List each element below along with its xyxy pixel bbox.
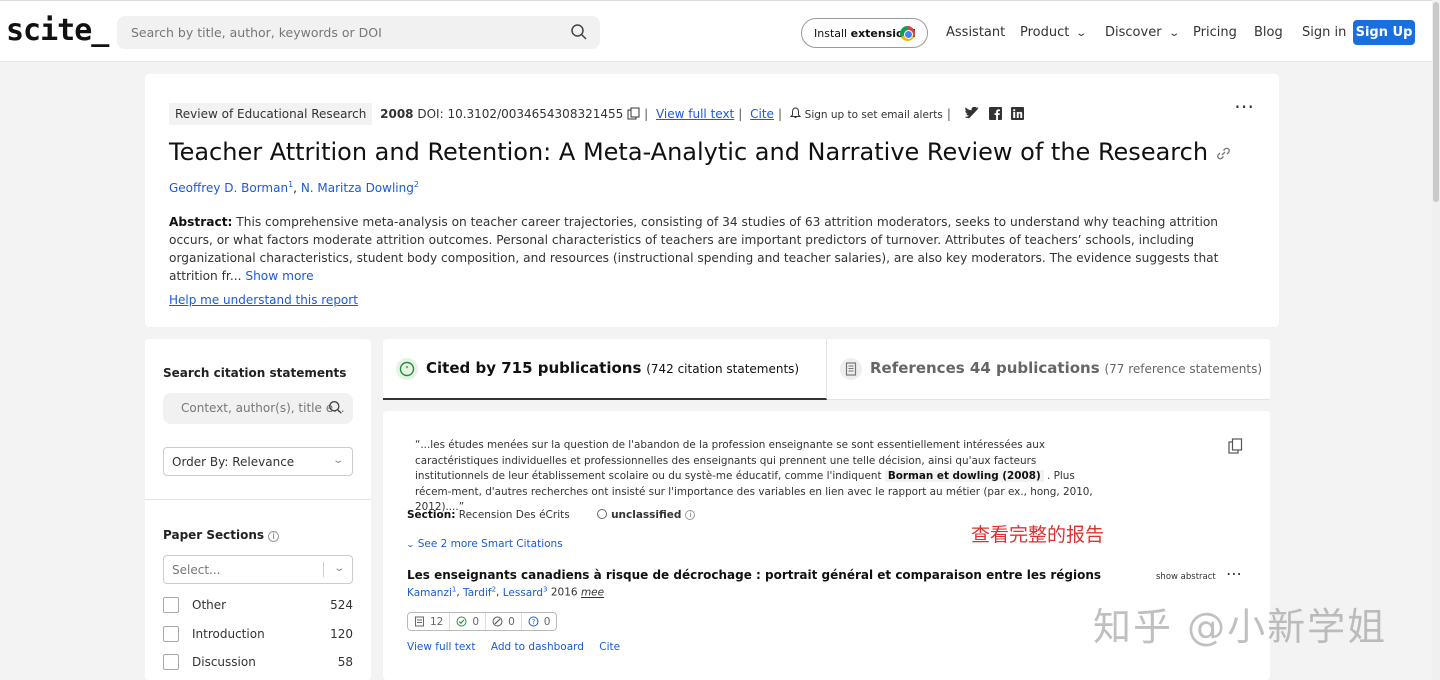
search-icon[interactable] bbox=[328, 400, 343, 418]
annotation-note: 查看完整的报告 bbox=[971, 524, 1105, 546]
author-link[interactable]: Tardif2 bbox=[463, 585, 496, 599]
section-filter-other[interactable]: Other 524 bbox=[163, 596, 353, 616]
order-by-select[interactable]: Order By: Relevance ⌄ bbox=[163, 447, 353, 476]
bell-icon[interactable] bbox=[789, 107, 802, 121]
section-filter-introduction[interactable]: Introduction 120 bbox=[163, 625, 353, 645]
show-more-link[interactable]: Show more bbox=[245, 269, 313, 283]
citation-section-line: Section: Recension Des éCrits unclassifi… bbox=[407, 509, 696, 521]
citation-statement: “...les études menées sur la question de… bbox=[415, 439, 1093, 514]
email-alerts-link[interactable]: Sign up to set email alerts bbox=[805, 109, 943, 121]
paper-year: 2008 bbox=[380, 107, 414, 121]
checkbox[interactable] bbox=[163, 597, 179, 613]
help-understand-link[interactable]: Help me understand this report bbox=[169, 293, 358, 307]
quote-icon: " bbox=[396, 358, 418, 380]
citing-paper-authors: Kamanzi1, Tardif2, Lessard3 2016 mee bbox=[407, 585, 605, 599]
nav-assistant[interactable]: Assistant bbox=[946, 25, 1005, 40]
author-link[interactable]: Geoffrey D. Borman1 bbox=[169, 180, 293, 195]
view-full-text-link[interactable]: View full text bbox=[656, 107, 734, 121]
global-search-input[interactable]: Search by title, author, keywords or DOI bbox=[117, 16, 600, 49]
show-abstract-link[interactable]: show abstract bbox=[1156, 572, 1216, 582]
cite-link[interactable]: Cite bbox=[750, 107, 774, 121]
copy-doi-icon[interactable] bbox=[627, 107, 640, 121]
chevron-down-icon: ⌄ bbox=[332, 563, 345, 574]
citation-tally: 12 0 0 ? 0 bbox=[407, 612, 558, 631]
citation-search-input[interactable]: Context, author(s), title e... bbox=[163, 393, 353, 424]
section-filter-discussion[interactable]: Discussion 58 bbox=[163, 653, 353, 673]
tally-contrasting[interactable]: ? 0 bbox=[522, 613, 557, 630]
scrollbar-thumb[interactable] bbox=[1433, 2, 1439, 202]
linkedin-icon[interactable] bbox=[1011, 106, 1025, 123]
page-scrollbar[interactable] bbox=[1432, 0, 1440, 680]
scite-logo[interactable]: scite_ bbox=[6, 13, 109, 48]
tally-total[interactable]: 12 bbox=[408, 613, 451, 630]
sections-select[interactable]: Select... ⌄ bbox=[163, 555, 353, 584]
document-icon bbox=[840, 358, 862, 380]
citation-tabs: " Cited by 715 publications (742 citatio… bbox=[383, 339, 1270, 400]
chevron-down-icon: ⌄ bbox=[405, 540, 416, 549]
svg-text:": " bbox=[405, 365, 409, 374]
search-statements-title: Search citation statements bbox=[163, 366, 347, 380]
search-placeholder: Search by title, author, keywords or DOI bbox=[131, 25, 382, 40]
top-nav-bar: scite_ Search by title, author, keywords… bbox=[0, 0, 1440, 62]
paper-authors: Geoffrey D. Borman1, N. Maritza Dowling2 bbox=[169, 180, 419, 195]
chevron-down-icon: ⌄ bbox=[1167, 28, 1180, 39]
install-extension-button[interactable]: Install extension! bbox=[801, 18, 928, 48]
nav-discover[interactable]: Discover ⌄ bbox=[1105, 25, 1180, 40]
abstract-text: This comprehensive meta-analysis on teac… bbox=[169, 215, 1219, 283]
watermark: 知乎 @小新学姐 bbox=[1093, 605, 1388, 649]
more-options-icon[interactable]: ⋯ bbox=[1226, 564, 1243, 583]
abstract-label: Abstract: bbox=[169, 215, 233, 229]
svg-text:?: ? bbox=[531, 618, 535, 626]
classification-radio[interactable] bbox=[597, 509, 608, 519]
paper-title: Teacher Attrition and Retention: A Meta-… bbox=[169, 138, 1231, 166]
info-icon[interactable]: i bbox=[268, 531, 280, 542]
author-link[interactable]: Lessard3 bbox=[503, 585, 548, 599]
nav-product[interactable]: Product ⌄ bbox=[1020, 25, 1088, 40]
divider bbox=[145, 499, 371, 500]
cite-link[interactable]: Cite bbox=[599, 641, 620, 653]
citation-filter-sidebar: Search citation statements Context, auth… bbox=[145, 339, 371, 680]
chevron-down-icon: ⌄ bbox=[1075, 28, 1088, 39]
extension-prefix: Install bbox=[814, 27, 851, 40]
nav-sign-in[interactable]: Sign in bbox=[1302, 25, 1346, 40]
chrome-icon bbox=[900, 26, 915, 41]
citing-paper-title[interactable]: Les enseignants canadiens à risque de dé… bbox=[407, 568, 1101, 582]
tally-mentioning[interactable]: 0 bbox=[486, 613, 522, 630]
paper-card: Review of Educational Research 2008 DOI:… bbox=[145, 74, 1279, 327]
venue-link[interactable]: mee bbox=[581, 587, 604, 599]
sign-up-button[interactable]: Sign Up bbox=[1353, 20, 1415, 45]
paper-meta: Review of Educational Research 2008 DOI:… bbox=[169, 103, 1025, 125]
nav-pricing[interactable]: Pricing bbox=[1193, 25, 1237, 40]
copy-icon[interactable] bbox=[1228, 438, 1243, 458]
add-to-dashboard-link[interactable]: Add to dashboard bbox=[491, 641, 584, 653]
info-icon[interactable]: i bbox=[685, 510, 696, 520]
paper-abstract: Abstract: This comprehensive meta-analys… bbox=[169, 213, 1229, 285]
result-actions: View full text Add to dashboard Cite bbox=[407, 641, 632, 653]
view-full-text-link[interactable]: View full text bbox=[407, 641, 476, 653]
paper-sections-title: Paper Sections i bbox=[163, 528, 280, 542]
nav-blog[interactable]: Blog bbox=[1254, 25, 1283, 40]
facebook-icon[interactable] bbox=[988, 106, 1002, 123]
see-more-citations-link[interactable]: ⌄ See 2 more Smart Citations bbox=[405, 538, 563, 550]
checkbox[interactable] bbox=[163, 626, 179, 642]
chevron-down-icon: ⌄ bbox=[331, 455, 344, 466]
paper-doi: DOI: 10.3102/0034654308321455 bbox=[417, 107, 624, 121]
tally-supporting[interactable]: 0 bbox=[450, 613, 487, 630]
tab-cited-by[interactable]: " Cited by 715 publications (742 citatio… bbox=[383, 339, 827, 400]
search-icon[interactable] bbox=[570, 23, 588, 45]
tab-references[interactable]: References 44 publications (77 reference… bbox=[827, 339, 1270, 400]
twitter-icon[interactable] bbox=[964, 106, 979, 122]
more-options-icon[interactable]: ⋯ bbox=[1234, 94, 1255, 118]
author-link[interactable]: Kamanzi1 bbox=[407, 585, 456, 599]
author-link[interactable]: N. Maritza Dowling2 bbox=[301, 180, 419, 195]
checkbox[interactable] bbox=[163, 654, 179, 670]
cited-reference: Borman et dowling (2008) bbox=[884, 470, 1044, 483]
journal-name[interactable]: Review of Educational Research bbox=[169, 103, 373, 125]
link-icon[interactable] bbox=[1216, 138, 1231, 166]
